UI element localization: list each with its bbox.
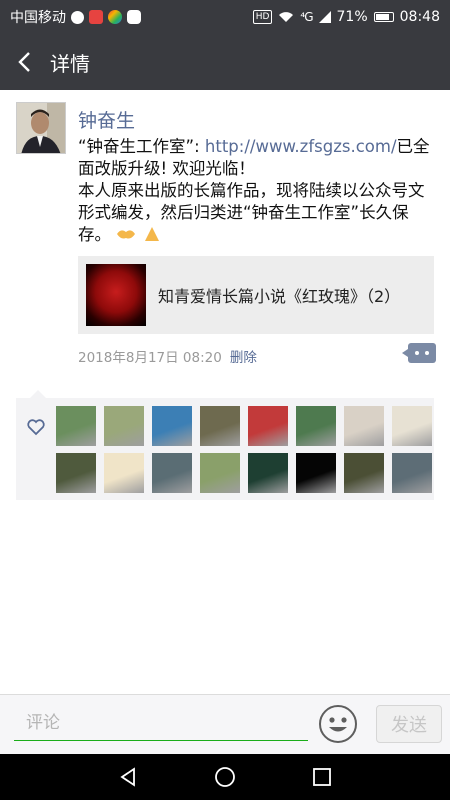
mail-notification-icon [89,10,103,24]
liker-avatar-grid [56,406,432,493]
liker-avatar[interactable] [104,453,144,493]
dot-icon [425,351,429,355]
shared-article-card[interactable]: 知青爱情长篇小说《红玫瑰》（2） [78,256,434,334]
carrier-name: 中国移动 [10,10,66,26]
author-avatar[interactable] [16,102,66,154]
android-nav-bar [0,754,450,800]
post-timestamp: 2018年8月17日 08:20 [78,350,222,366]
likes-panel [16,390,434,500]
delete-link[interactable]: 删除 [230,346,257,366]
liker-avatar[interactable] [200,453,240,493]
emoji-button-icon[interactable] [318,704,358,744]
liker-avatar[interactable] [152,453,192,493]
nav-home-button[interactable] [211,763,239,791]
liker-avatar[interactable] [248,406,288,446]
website-link[interactable]: http://www.zfsgzs.com/ [205,137,397,156]
battery-percent: 71% [336,9,368,25]
liker-avatar[interactable] [392,406,432,446]
comment-input[interactable] [14,705,308,741]
square-recents-icon [312,768,331,786]
status-right: HD ⁴G 71% 08:48 [252,9,440,25]
liker-avatar[interactable] [56,453,96,493]
rose-thumbnail [86,264,146,326]
status-left: 中国移动 [10,7,141,27]
liker-avatar[interactable] [296,406,336,446]
circle-home-icon [215,767,235,787]
qq-notification-icon [127,10,141,24]
liker-avatar[interactable] [56,406,96,446]
post-text: “钟奋生工作室”: http://www.zfsgzs.com/已全面改版升级!… [78,136,438,246]
clock: 08:48 [399,9,440,25]
liker-avatar[interactable] [344,453,384,493]
title-bar: 详情 [0,34,450,90]
back-button[interactable] [0,34,48,90]
app-notification-icon [71,10,84,24]
liker-avatar[interactable] [296,453,336,493]
handshake-emoji-icon [117,230,136,239]
comment-action-button[interactable] [402,343,436,363]
nav-recents-button[interactable] [308,763,336,791]
hd-badge: HD [252,10,273,24]
battery-icon [373,12,394,22]
post-text-prefix: “钟奋生工作室”: [78,137,205,156]
status-bar: 中国移动 HD ⁴G 71% 08:48 [0,0,450,34]
back-arrow-icon [18,52,30,72]
nav-back-button[interactable] [114,763,142,791]
wifi-icon [279,12,294,22]
page-title: 详情 [50,51,90,76]
send-button[interactable]: 发送 [376,705,442,743]
praying-hands-emoji-icon [144,227,159,241]
dot-icon [415,351,419,355]
triangle-back-icon [120,767,136,787]
liker-avatar[interactable] [248,453,288,493]
liker-avatar[interactable] [104,406,144,446]
liker-avatar[interactable] [200,406,240,446]
liker-avatar[interactable] [152,406,192,446]
cell-signal-icon [318,11,331,23]
liker-avatar[interactable] [344,406,384,446]
shared-article-title: 知青爱情长篇小说《红玫瑰》（2） [158,287,401,306]
comment-input-bar: 发送 [0,694,450,754]
signal-label: ⁴G [300,10,313,24]
post-meta: 2018年8月17日 08:20 删除 [78,346,257,366]
author-name[interactable]: 钟奋生 [78,106,135,133]
liker-avatar[interactable] [392,453,432,493]
browser-notification-icon [108,10,122,24]
heart-icon [27,419,45,436]
